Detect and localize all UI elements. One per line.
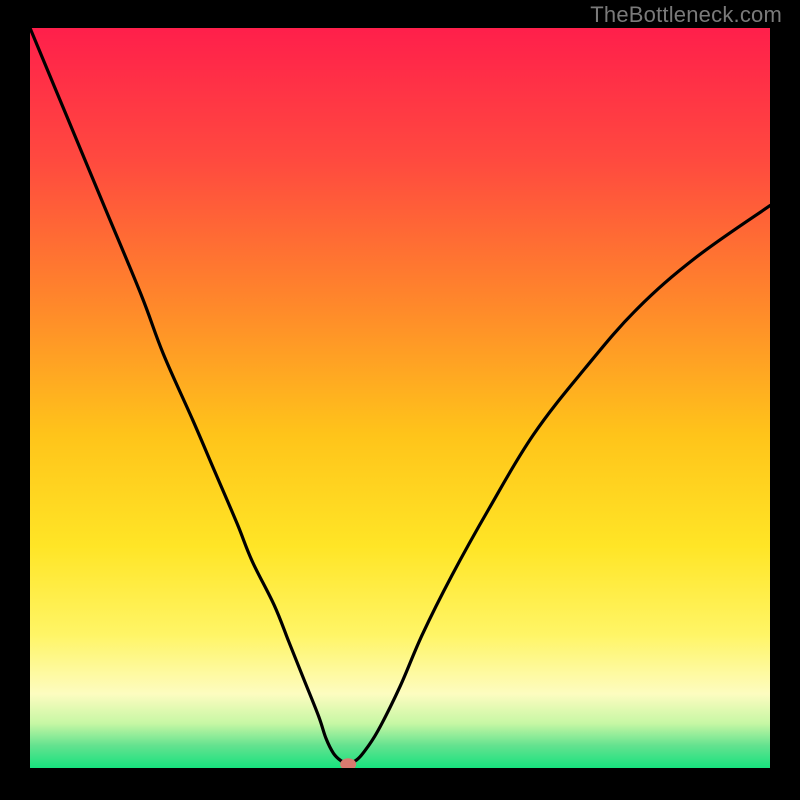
bottleneck-plot xyxy=(30,28,770,768)
plot-svg xyxy=(30,28,770,768)
watermark-text: TheBottleneck.com xyxy=(590,2,782,28)
gradient-background xyxy=(30,28,770,768)
chart-frame: TheBottleneck.com xyxy=(0,0,800,800)
